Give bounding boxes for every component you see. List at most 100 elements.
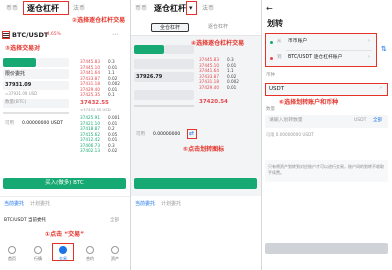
- mode-cross-margin[interactable]: 全仓杠杆: [151, 23, 189, 32]
- annotation-choose-isolated: ④选择逐仓杠杆交易: [191, 40, 245, 47]
- order-qty: 1.1: [226, 68, 234, 73]
- highlight-tab: [23, 1, 69, 15]
- tab-isolated-margin[interactable]: 逐仓杠杆: [154, 5, 186, 13]
- last-price: 37420.54: [199, 99, 228, 105]
- order-book-row[interactable]: 37402.13 0.02: [80, 148, 118, 153]
- order-book-row[interactable]: 37429.40 0.01: [199, 84, 237, 90]
- order-price: 37441.64: [199, 68, 219, 73]
- to-chevron-icon[interactable]: ›: [368, 55, 370, 60]
- order-qty: 0.01: [226, 62, 237, 68]
- coin-chevron-icon: ›: [380, 85, 382, 91]
- back-icon[interactable]: ←: [266, 5, 273, 13]
- page-title: 划转: [267, 19, 283, 28]
- assets-icon: [111, 246, 119, 254]
- orders-all[interactable]: 全部: [110, 218, 119, 224]
- from-chevron-icon[interactable]: ›: [368, 39, 370, 44]
- order-price: 37445.10: [80, 64, 100, 70]
- tab-current-orders[interactable]: 当前委托: [4, 202, 24, 207]
- from-dot-icon: [270, 41, 273, 44]
- transfer-confirm-button[interactable]: [265, 243, 388, 254]
- buy-tab[interactable]: [134, 45, 164, 54]
- panel-margin-select: 币币 逐仓杠杆 ▾ 法币 全仓杠杆 逐仓杠杆 ④选择逐仓杠杆交易 37926.7…: [131, 0, 261, 270]
- amount-input[interactable]: [134, 90, 194, 100]
- from-label: 从: [277, 39, 282, 44]
- order-qty: 0.05: [107, 131, 118, 137]
- order-qty: 0.1: [107, 92, 115, 97]
- buy-button[interactable]: [134, 178, 257, 189]
- tab-spot[interactable]: 币币: [135, 6, 147, 12]
- amount-slider[interactable]: [3, 112, 69, 114]
- order-qty: 0.01: [226, 84, 237, 90]
- pair-title[interactable]: BTC/USDT: [12, 32, 48, 39]
- order-price: 37433.87: [199, 73, 219, 79]
- order-price: 37425.35: [80, 92, 100, 97]
- amount-placeholder: 请输入划转数量: [269, 118, 303, 123]
- orders-title: BTC/USDT 当前委托: [4, 218, 47, 223]
- tab-current-orders[interactable]: 当前委托: [135, 202, 155, 207]
- amount-label: 数量(BTC): [5, 100, 27, 105]
- panel-trade: 币币 逐仓杠杆 法币 ②选择逐仓杠杆交易 BTC/USDT -4.65% ⋯ ③…: [0, 0, 130, 270]
- buy-tab[interactable]: [3, 58, 36, 67]
- nav-assets[interactable]: 资产: [105, 246, 125, 262]
- panel-transfer: ← 划转 从 币币账户 › 到 BTC/USDT 逐仓杠杆账户 › ⇅ 币种 U…: [262, 0, 392, 270]
- annotation-click-transfer: ⑤点击划转图标: [183, 146, 225, 153]
- nav-markets[interactable]: 行情: [28, 246, 48, 262]
- swap-icon[interactable]: ⇅: [381, 46, 387, 53]
- order-qty: 0.3: [107, 59, 115, 64]
- order-price: 37429.40: [199, 84, 219, 90]
- amount-label: 数量: [266, 107, 275, 112]
- order-price: 37418.87: [80, 126, 100, 131]
- menu-icon[interactable]: [3, 33, 9, 38]
- dropdown-arrow-icon[interactable]: ▾: [189, 5, 193, 12]
- order-price: 37406.73: [80, 142, 100, 148]
- to-dot-icon: [270, 57, 273, 60]
- order-price: 37431.18: [80, 81, 100, 86]
- price-value: 37931.09: [5, 82, 32, 88]
- transfer-icon[interactable]: ⇄: [189, 131, 194, 137]
- tab-fiat[interactable]: 法币: [202, 6, 214, 12]
- order-qty: 0.01: [107, 64, 118, 70]
- order-qty: 0.002: [226, 79, 239, 84]
- buy-button[interactable]: 买入(做多) BTC: [3, 178, 126, 189]
- amount-all-button[interactable]: 全部: [373, 118, 382, 124]
- order-type-select[interactable]: [134, 59, 194, 69]
- annotation-click-trade: ①点击 “交易”: [45, 231, 85, 238]
- nav-contracts[interactable]: 合约: [80, 246, 100, 262]
- last-price-sub: ≈37432.55 USD: [80, 107, 111, 112]
- mode-isolated-margin[interactable]: 逐仓杠杆: [199, 23, 237, 32]
- trade-icon: [59, 246, 67, 254]
- nav-trade[interactable]: 交易: [53, 246, 73, 262]
- balance-label: 可用: [5, 121, 14, 126]
- order-qty: 0.001: [107, 115, 120, 120]
- order-qty: 0.002: [107, 81, 120, 86]
- balance-value: 0.00000000 USDT: [22, 121, 63, 126]
- order-price: 37433.87: [80, 75, 100, 81]
- nav-home[interactable]: 首页: [2, 246, 22, 262]
- sell-tab[interactable]: [164, 45, 194, 54]
- home-icon: [8, 246, 16, 254]
- more-icon[interactable]: ⋯: [112, 32, 118, 38]
- order-qty: 0.02: [107, 75, 118, 81]
- sell-tab[interactable]: [36, 58, 69, 67]
- tab-plan-orders[interactable]: 计划委托: [30, 202, 50, 207]
- tab-fiat[interactable]: 法币: [73, 6, 85, 12]
- notice-text: 只有将资产划转到对应账户才可以进行交易，账户间的划转不收取手续费。: [268, 164, 384, 175]
- tab-spot[interactable]: 币币: [6, 6, 18, 12]
- from-account[interactable]: 币币账户: [288, 39, 307, 45]
- order-price: 37441.64: [80, 70, 100, 75]
- order-price: 37425.91: [80, 115, 100, 120]
- order-price: 37412.42: [80, 137, 100, 142]
- order-price: 37445.10: [199, 62, 219, 68]
- order-qty: 0.02: [107, 148, 118, 153]
- markets-icon: [34, 246, 42, 254]
- order-price: 37445.83: [80, 59, 100, 64]
- order-type-label: 限价委托: [5, 71, 26, 77]
- order-book-row[interactable]: 37425.35 0.1: [80, 92, 115, 97]
- order-qty: 0.02: [226, 73, 237, 79]
- to-account[interactable]: BTC/USDT 逐仓杠杆账户: [288, 55, 342, 61]
- amount-slider[interactable]: [134, 105, 194, 107]
- coin-value: USDT: [269, 86, 285, 92]
- tab-plan-orders[interactable]: 计划委托: [161, 202, 181, 207]
- balance-label: 可用: [136, 132, 145, 137]
- order-price: 37402.13: [80, 148, 100, 153]
